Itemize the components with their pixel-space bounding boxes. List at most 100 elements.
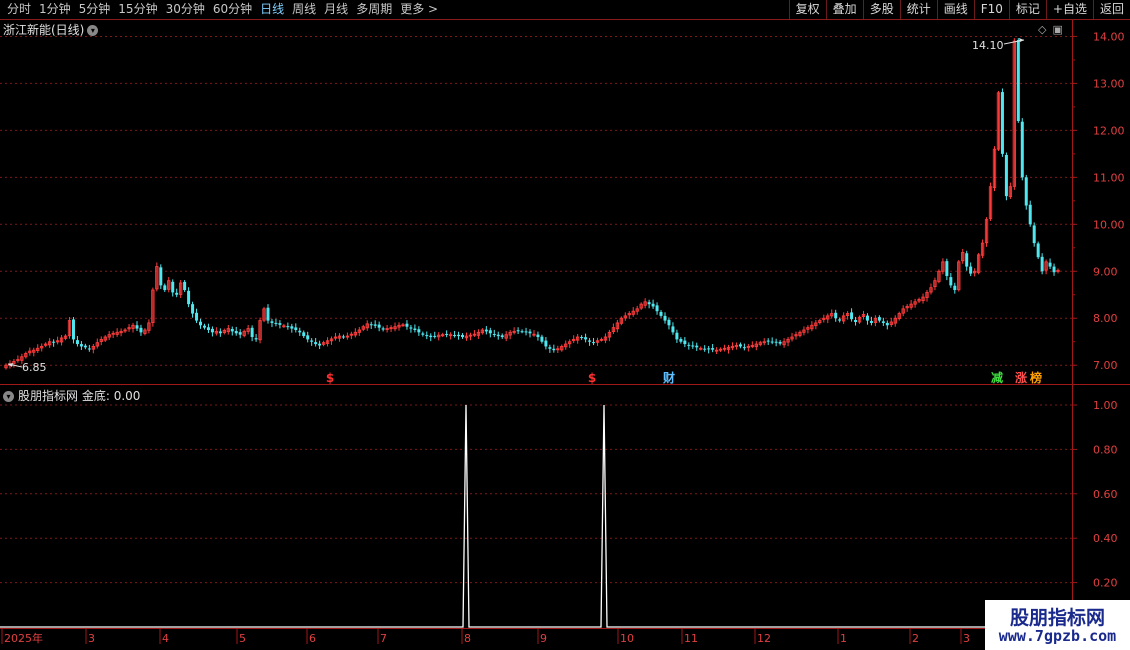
candle-body: [580, 337, 584, 339]
candle-body: [651, 303, 655, 307]
candle-body: [421, 333, 425, 335]
grid-lines: [0, 35, 1072, 584]
period-tab[interactable]: 60分钟: [210, 1, 257, 18]
time-label: 3: [88, 632, 95, 645]
diamond-icon[interactable]: ◇: [1038, 23, 1046, 36]
chevron-down-icon[interactable]: ▾: [87, 25, 99, 36]
candle-body: [937, 270, 941, 282]
candle-body: [143, 329, 147, 334]
candle-body: [1032, 225, 1036, 244]
period-tab[interactable]: 30分钟: [163, 1, 210, 18]
candle-body: [306, 335, 310, 340]
candle-body: [901, 308, 905, 314]
candle-body: [524, 331, 528, 333]
period-tab[interactable]: 周线: [289, 1, 321, 18]
candle-body: [619, 317, 623, 324]
candle-body: [544, 340, 548, 347]
candle-body: [119, 330, 123, 334]
candle-body: [996, 92, 1001, 150]
toolbar-button[interactable]: 多股: [862, 0, 900, 19]
candle-body: [314, 342, 318, 345]
candle-body: [909, 303, 913, 308]
candle-body: [222, 330, 226, 333]
candle-body: [552, 348, 556, 351]
toolbar-button[interactable]: 返回: [1092, 0, 1130, 19]
candle-body: [845, 313, 850, 316]
candle-body: [147, 322, 151, 331]
candle-body: [595, 340, 600, 343]
period-tab[interactable]: 更多 >: [397, 1, 443, 18]
candle-body: [214, 330, 219, 334]
candle-body: [258, 320, 262, 341]
candle-body: [1004, 154, 1008, 197]
candle-body: [921, 296, 925, 302]
candle-body: [806, 327, 810, 330]
candle-body: [333, 336, 338, 339]
toolbar-button[interactable]: 统计: [899, 0, 937, 19]
candle-body: [409, 327, 413, 329]
candle-body: [1012, 40, 1016, 187]
candle-body: [1044, 261, 1048, 271]
candle-body: [28, 350, 32, 354]
candle-body: [834, 312, 838, 319]
candle-body: [623, 315, 627, 319]
candle-body: [841, 315, 846, 322]
candle-body: [310, 340, 314, 342]
candle-body: [925, 291, 929, 298]
period-tab[interactable]: 月线: [321, 1, 353, 18]
period-tab[interactable]: 日线: [257, 1, 289, 18]
time-label: 7: [380, 632, 387, 645]
candle-body: [183, 281, 187, 291]
candle-body: [492, 334, 496, 336]
candle-body: [976, 254, 981, 273]
candle-body: [381, 328, 385, 330]
toolbar-button[interactable]: 画线: [936, 0, 974, 19]
candle-body: [504, 334, 508, 339]
candle-body: [746, 345, 751, 348]
candle-body: [1008, 186, 1013, 197]
candle-body: [945, 261, 949, 276]
stock-title: 浙江新能(日线) ▾: [3, 21, 99, 38]
toolbar-button[interactable]: F10: [973, 0, 1009, 19]
window-icon[interactable]: ▣: [1052, 23, 1062, 36]
toolbar-button[interactable]: +自选: [1045, 0, 1093, 19]
candle-body: [1020, 121, 1024, 178]
chart-canvas[interactable]: 14.00 13.00 12.00 11.00 10.00 9.00 8.00 7.00 1.0…: [0, 0, 1130, 650]
time-label: 5: [239, 632, 246, 645]
candle-body: [854, 319, 858, 323]
candle-body: [429, 335, 433, 338]
period-tabs: 分时 1分钟 5分钟 15分钟 30分钟 60分钟 日线 周线 月线 多周期 更多 >: [4, 1, 443, 18]
period-tab[interactable]: 15分钟: [115, 1, 162, 18]
candle-body: [115, 331, 119, 335]
candle-body: [695, 345, 699, 348]
toolbar-button[interactable]: 复权: [788, 0, 826, 19]
candle-body: [210, 328, 214, 333]
action-buttons: 复权 叠加 多股 统计 画线 F10 标记 +自选 返回: [788, 0, 1130, 19]
watermark-url: www.7gpzb.com: [998, 627, 1117, 645]
candle-body: [461, 334, 465, 338]
candle-body: [941, 261, 945, 272]
indicator-line: [0, 404, 1072, 628]
candle-body: [905, 306, 909, 309]
candle-body: [59, 337, 64, 343]
candle-body: [699, 347, 703, 350]
candle-body: [318, 343, 322, 346]
candle-body: [103, 336, 107, 341]
candle-body: [52, 341, 56, 343]
time-label: 4: [162, 632, 169, 645]
y-tick-label: 1.00: [1093, 399, 1118, 412]
toolbar-button[interactable]: 叠加: [825, 0, 863, 19]
candle-body: [44, 343, 48, 346]
period-tab[interactable]: 多周期: [353, 1, 397, 18]
period-tab[interactable]: 5分钟: [76, 1, 116, 18]
candle-body: [246, 328, 250, 332]
period-tab[interactable]: 1分钟: [36, 1, 76, 18]
chevron-down-icon[interactable]: ▾: [3, 391, 14, 402]
y-tick-label: 8.00: [1093, 312, 1118, 325]
y-tick-label: 11.00: [1093, 171, 1125, 184]
candle-body: [135, 325, 139, 329]
y-tick-label: 0.40: [1093, 532, 1118, 545]
toolbar-button[interactable]: 标记: [1008, 0, 1046, 19]
candle-body: [238, 332, 242, 335]
period-tab[interactable]: 分时: [4, 1, 36, 18]
